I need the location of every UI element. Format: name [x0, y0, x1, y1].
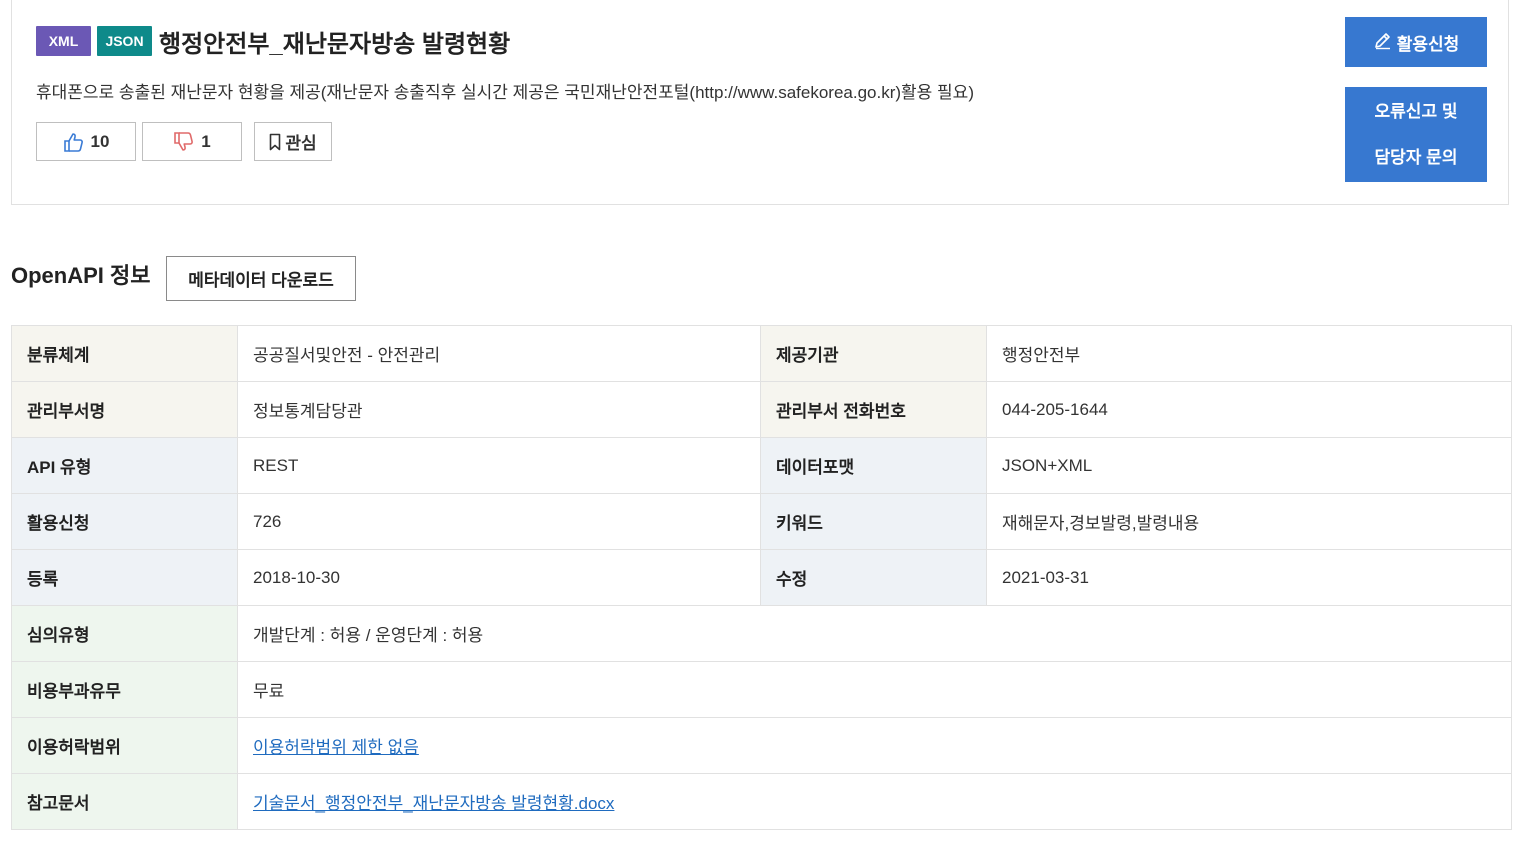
pencil-icon	[1373, 30, 1393, 55]
phone-label: 관리부서 전화번호	[760, 381, 987, 438]
json-badge: JSON	[97, 26, 152, 56]
xml-badge: XML	[36, 26, 91, 56]
dept-value: 정보통계담당관	[237, 381, 761, 438]
table-row: 참고문서 기술문서_행정안전부_재난문자방송 발령현황.docx	[11, 773, 1512, 830]
fee-label: 비용부과유무	[11, 661, 238, 718]
report-button-line2: 담당자 문의	[1374, 147, 1458, 167]
like-count: 10	[90, 131, 110, 151]
report-error-button[interactable]: 오류신고 및 담당자 문의	[1345, 87, 1487, 182]
dislike-count: 1	[201, 131, 211, 151]
table-row: 분류체계 공공질서및안전 - 안전관리 제공기관 행정안전부	[11, 325, 1512, 382]
table-row: 등록 2018-10-30 수정 2021-03-31	[11, 549, 1512, 606]
table-row: 심의유형 개발단계 : 허용 / 운영단계 : 허용	[11, 605, 1512, 662]
favorite-label: 관심	[285, 134, 317, 153]
registered-value: 2018-10-30	[237, 549, 761, 606]
dataset-description: 휴대폰으로 송출된 재난문자 현황을 제공(재난문자 송출직후 실시간 제공은 …	[36, 83, 974, 102]
license-label: 이용허락범위	[11, 717, 238, 774]
format-value: JSON+XML	[986, 437, 1512, 494]
reference-cell: 기술문서_행정안전부_재난문자방송 발령현황.docx	[237, 773, 1512, 830]
table-row: 비용부과유무 무료	[11, 661, 1512, 718]
format-label: 데이터포맷	[760, 437, 987, 494]
dataset-header-card: XML JSON 행정안전부_재난문자방송 발령현황 휴대폰으로 송출된 재난문…	[11, 0, 1509, 205]
api-type-value: REST	[237, 437, 761, 494]
dept-label: 관리부서명	[11, 381, 238, 438]
category-value: 공공질서및안전 - 안전관리	[237, 325, 761, 382]
category-label: 분류체계	[11, 325, 238, 382]
favorite-button[interactable]: 관심	[254, 122, 332, 161]
license-link[interactable]: 이용허락범위 제한 없음	[253, 738, 419, 757]
metadata-download-button[interactable]: 메타데이터 다운로드	[166, 256, 356, 301]
dislike-button[interactable]: 1	[142, 122, 242, 161]
like-button[interactable]: 10	[36, 122, 136, 161]
bookmark-icon	[269, 133, 281, 151]
section-title: OpenAPI 정보	[11, 263, 151, 288]
thumbs-down-icon	[173, 131, 195, 152]
table-row: 이용허락범위 이용허락범위 제한 없음	[11, 717, 1512, 774]
keyword-value: 재해문자,경보발령,발령내용	[986, 493, 1512, 550]
report-button-line1: 오류신고 및	[1374, 101, 1458, 121]
review-label: 심의유형	[11, 605, 238, 662]
keyword-label: 키워드	[760, 493, 987, 550]
openapi-info-table: 분류체계 공공질서및안전 - 안전관리 제공기관 행정안전부 관리부서명 정보통…	[11, 325, 1512, 830]
apply-button-label: 활용신청	[1396, 34, 1460, 54]
review-value: 개발단계 : 허용 / 운영단계 : 허용	[237, 605, 1512, 662]
provider-label: 제공기관	[760, 325, 987, 382]
dataset-title: 행정안전부_재난문자방송 발령현황	[159, 31, 511, 58]
table-row: 관리부서명 정보통계담당관 관리부서 전화번호 044-205-1644	[11, 381, 1512, 438]
registered-label: 등록	[11, 549, 238, 606]
apply-count-value: 726	[237, 493, 761, 550]
apply-count-label: 활용신청	[11, 493, 238, 550]
apply-button[interactable]: 활용신청	[1345, 17, 1487, 67]
api-type-label: API 유형	[11, 437, 238, 494]
license-cell: 이용허락범위 제한 없음	[237, 717, 1512, 774]
phone-value: 044-205-1644	[986, 381, 1512, 438]
provider-value: 행정안전부	[986, 325, 1512, 382]
thumbs-up-icon	[63, 132, 85, 152]
reference-label: 참고문서	[11, 773, 238, 830]
modified-label: 수정	[760, 549, 987, 606]
table-row: 활용신청 726 키워드 재해문자,경보발령,발령내용	[11, 493, 1512, 550]
fee-value: 무료	[237, 661, 1512, 718]
modified-value: 2021-03-31	[986, 549, 1512, 606]
reference-doc-link[interactable]: 기술문서_행정안전부_재난문자방송 발령현황.docx	[253, 794, 614, 813]
table-row: API 유형 REST 데이터포맷 JSON+XML	[11, 437, 1512, 494]
